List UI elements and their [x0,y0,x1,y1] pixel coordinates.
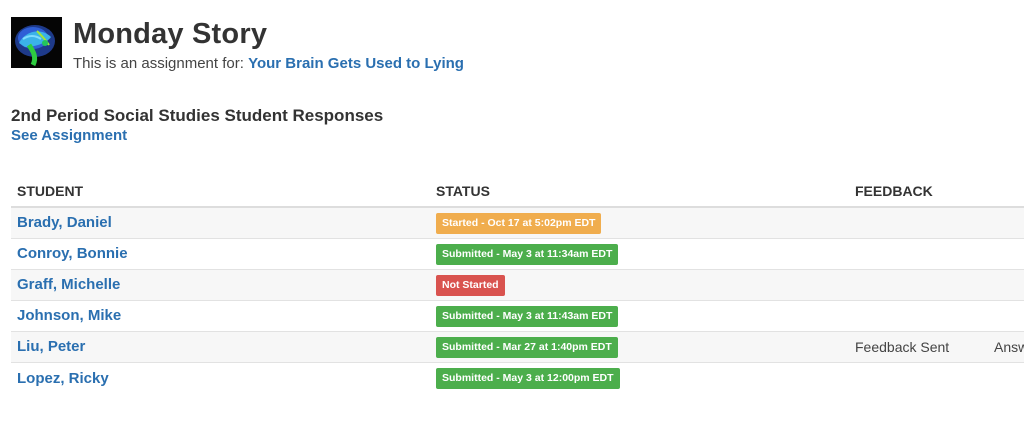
brain-scan-thumbnail [11,17,62,68]
header-status: STATUS [436,183,490,199]
student-link[interactable]: Conroy, Bonnie [17,245,128,262]
student-link[interactable]: Lopez, Ricky [17,370,109,387]
brain-scan-icon [11,17,62,68]
feedback-cell: Feedback Sent [855,339,950,355]
header-feedback: FEEDBACK [855,183,933,199]
header-student: STUDENT [17,183,84,199]
student-link[interactable]: Johnson, Mike [17,307,121,324]
student-link[interactable]: Brady, Daniel [17,214,112,231]
status-badge: Submitted - May 3 at 11:43am EDT [436,305,619,327]
student-link[interactable]: Graff, Michelle [17,276,120,293]
page-title: Monday Story [73,18,268,50]
table-row: Johnson, Mike Submitted - May 3 at 11:43… [11,301,1024,332]
assignment-header: Monday Story This is an assignment for: … [11,17,464,73]
table-row: Graff, Michelle Not Started [11,270,1024,301]
table-row: Conroy, Bonnie Submitted - May 3 at 11:3… [11,239,1024,270]
status-badge: Started - Oct 17 at 5:02pm EDT [436,212,602,234]
see-assignment-link[interactable]: See Assignment [11,127,127,145]
table-row: Liu, Peter Submitted - Mar 27 at 1:40pm … [11,332,1024,363]
status-badge: Submitted - May 3 at 12:00pm EDT [436,368,620,389]
table-row: Brady, Daniel Started - Oct 17 at 5:02pm… [11,208,1024,239]
student-link[interactable]: Liu, Peter [17,338,85,355]
subtitle-prefix: This is an assignment for: [73,55,244,72]
story-link[interactable]: Your Brain Gets Used to Lying [248,55,464,72]
status-badge: Submitted - May 3 at 11:34am EDT [436,243,619,265]
assignment-subtitle: This is an assignment for: Your Brain Ge… [73,55,464,73]
status-badge: Submitted - Mar 27 at 1:40pm EDT [436,336,618,358]
extra-cell[interactable]: Answ [994,339,1024,355]
status-badge: Not Started [436,274,505,296]
responses-table: STUDENT STATUS FEEDBACK Brady, Daniel St… [11,176,1024,394]
table-row: Lopez, Ricky Submitted - May 3 at 12:00p… [11,363,1024,394]
table-header: STUDENT STATUS FEEDBACK [11,176,1024,208]
section-title: 2nd Period Social Studies Student Respon… [11,106,384,125]
